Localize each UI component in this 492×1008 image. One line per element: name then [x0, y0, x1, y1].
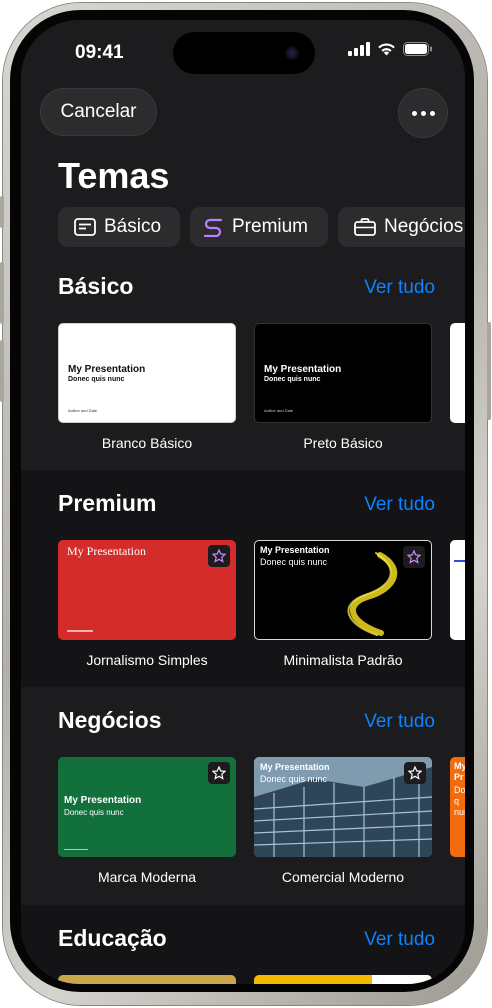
- thumb-footer-line: [64, 849, 88, 850]
- chip-label: Negócios: [384, 216, 464, 237]
- theme-card-branco-basico[interactable]: My Presentation Donec quis nunc Author a…: [58, 323, 236, 423]
- chip-label: Básico: [104, 216, 162, 237]
- thumb-title: My Presentation: [64, 795, 142, 806]
- screen: 09:41 Cancelar Temas Básico Premium Negó…: [21, 20, 465, 984]
- camera-icon: [285, 46, 299, 60]
- star-icon: [408, 766, 422, 780]
- theme-card-peek[interactable]: [450, 323, 465, 423]
- theme-card-comercial-moderno[interactable]: My Presentation Donec quis nunc: [254, 757, 432, 857]
- thumb-title: My Presentation: [67, 544, 146, 558]
- thumb-title: My Presentation: [264, 364, 342, 375]
- ellipsis-icon: [411, 110, 417, 116]
- thumb-subtitle: Donec quis nunc: [264, 376, 321, 383]
- see-all-link[interactable]: Ver tudo: [364, 711, 435, 733]
- cellular-signal-icon: [348, 42, 370, 56]
- premium-badge: [403, 546, 425, 568]
- ellipsis-icon: [420, 110, 426, 116]
- theme-card-educacao-2[interactable]: [254, 975, 432, 984]
- theme-card-marca-moderna[interactable]: My Presentation Donec quis nunc: [58, 757, 236, 857]
- section-basico: Básico Ver tudo My Presentation Donec qu…: [21, 263, 465, 470]
- theme-card-minimalista-padrao[interactable]: My Presentation Donec quis nunc: [254, 540, 432, 640]
- premium-badge: [404, 762, 426, 784]
- theme-card-jornalismo-simples[interactable]: My Presentation: [58, 540, 236, 640]
- cancel-button[interactable]: Cancelar: [40, 88, 157, 136]
- section-negocios: Negócios Ver tudo My Presentation Donec …: [21, 687, 465, 905]
- thumb-title: My Presentation: [68, 364, 146, 375]
- thumb-title: My Pr: [454, 761, 465, 782]
- thumb-subtitle: Donec quis nunc: [260, 557, 328, 567]
- thumb-subtitle: Donec quis nunc: [260, 774, 328, 784]
- section-title: Básico: [58, 273, 134, 299]
- status-time: 09:41: [75, 42, 124, 63]
- chip-premium[interactable]: Premium: [190, 207, 328, 247]
- briefcase-icon: [354, 218, 376, 236]
- presentation-icon: [74, 218, 96, 236]
- premium-badge: [208, 762, 230, 784]
- premium-swirl-icon: [203, 218, 223, 237]
- thumb-subtitle: Donec quis nunc: [64, 808, 124, 817]
- wifi-icon: [378, 43, 395, 56]
- chip-label: Premium: [232, 216, 309, 237]
- ellipsis-icon: [429, 110, 435, 116]
- dynamic-island: [173, 32, 315, 74]
- theme-label: Marca Moderna: [97, 869, 197, 885]
- theme-label: Minimalista Padrão: [283, 652, 403, 668]
- thumb-subtitle: Donec quis nunc: [68, 376, 125, 383]
- see-all-link[interactable]: Ver tudo: [364, 494, 435, 516]
- action-button: [0, 196, 4, 228]
- see-all-link[interactable]: Ver tudo: [364, 929, 435, 951]
- battery-icon: [403, 42, 432, 56]
- volume-up-button: [0, 262, 4, 324]
- page-title: Temas: [58, 155, 170, 196]
- thumb-footer: Author and Date: [68, 408, 98, 413]
- theme-label: Branco Básico: [101, 435, 193, 451]
- thumb-title: My Presentation: [260, 545, 330, 555]
- thumb-footer-line: [67, 630, 93, 632]
- card-white-strip: [372, 975, 432, 984]
- status-icons: [348, 42, 433, 56]
- premium-badge: [208, 545, 230, 567]
- star-icon: [212, 766, 226, 780]
- thumb-footer: Author and Date: [264, 408, 294, 413]
- theme-card-peek[interactable]: My Pr Donec q nunc: [450, 757, 465, 857]
- section-title: Premium: [58, 490, 157, 516]
- peek-line: [454, 560, 465, 562]
- theme-card-educacao-1[interactable]: [58, 975, 236, 984]
- volume-down-button: [0, 340, 4, 402]
- theme-card-preto-basico[interactable]: My Presentation Donec quis nunc Author a…: [254, 323, 432, 423]
- chip-negocios[interactable]: Negócios: [338, 207, 465, 247]
- section-title: Negócios: [58, 707, 162, 733]
- star-icon: [407, 550, 421, 564]
- power-button: [487, 322, 491, 420]
- more-options-button[interactable]: [398, 88, 448, 138]
- see-all-link[interactable]: Ver tudo: [364, 277, 435, 299]
- section-title: Educação: [58, 925, 167, 951]
- section-educacao: Educação Ver tudo: [21, 905, 465, 984]
- thumb-subtitle: Donec q nunc: [454, 785, 465, 817]
- star-icon: [212, 549, 226, 563]
- thumb-title: My Presentation: [260, 762, 330, 772]
- filter-chips: Básico Premium Negócios: [58, 207, 465, 247]
- theme-label: Comercial Moderno: [281, 869, 405, 885]
- theme-card-peek[interactable]: [450, 540, 465, 640]
- chip-basico[interactable]: Básico: [58, 207, 180, 247]
- section-premium: Premium Ver tudo My Presentation Jornali…: [21, 470, 465, 687]
- theme-label: Jornalismo Simples: [86, 652, 208, 668]
- theme-label: Preto Básico: [303, 435, 383, 451]
